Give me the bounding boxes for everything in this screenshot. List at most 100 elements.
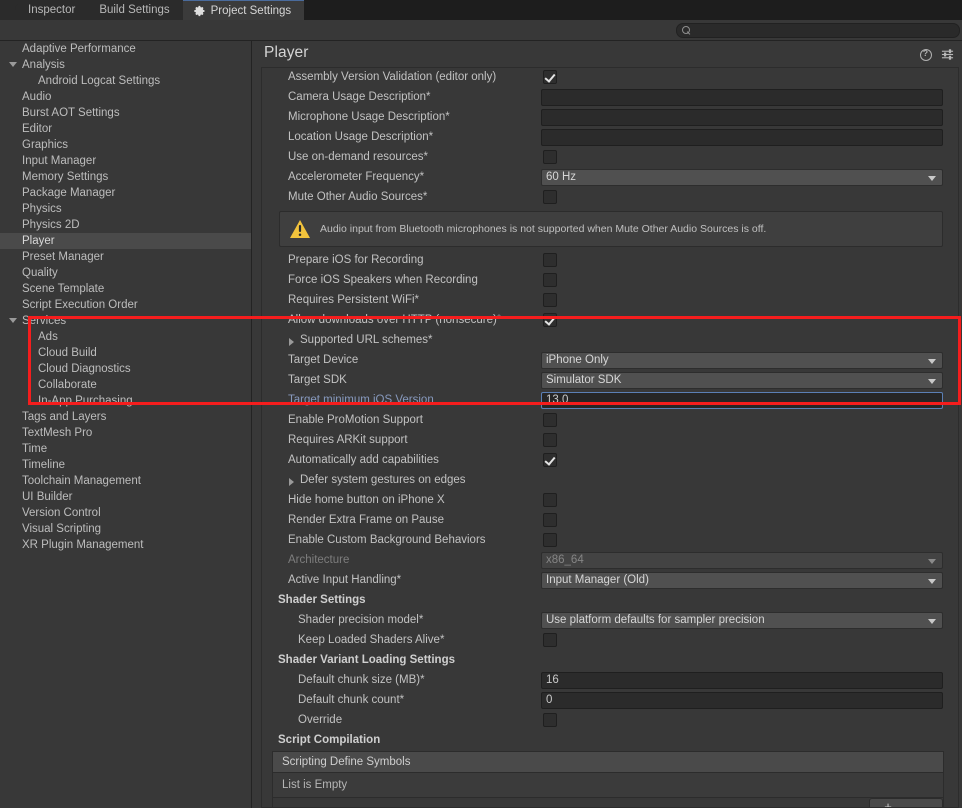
row-default-chunk-size[interactable]: Default chunk size (MB)* 16 — [262, 671, 958, 691]
sidebar-item-adaptive-performance[interactable]: Adaptive Performance — [0, 41, 251, 57]
add-item-button[interactable]: + — [870, 799, 906, 807]
render-extra-frame-checkbox[interactable] — [543, 513, 557, 527]
sidebar-item-collaborate[interactable]: Collaborate — [0, 377, 251, 393]
row-default-chunk-count[interactable]: Default chunk count* 0 — [262, 691, 958, 711]
sidebar-item-scene-template[interactable]: Scene Template — [0, 281, 251, 297]
mute-other-audio-sources-checkbox[interactable] — [543, 190, 557, 204]
default-chunk-count-input[interactable]: 0 — [541, 692, 943, 709]
row-override[interactable]: Override — [262, 711, 958, 731]
sidebar-item-audio[interactable]: Audio — [0, 89, 251, 105]
assembly-version-validation-checkbox[interactable] — [543, 70, 557, 84]
row-target-sdk[interactable]: Target SDK Simulator SDK — [262, 371, 958, 391]
row-keep-loaded-shaders-alive[interactable]: Keep Loaded Shaders Alive* — [262, 631, 958, 651]
search-input[interactable] — [695, 24, 945, 37]
row-assembly-version-validation[interactable]: Assembly Version Validation (editor only… — [262, 68, 958, 88]
row-supported-url-schemes[interactable]: Supported URL schemes* — [262, 331, 958, 351]
sidebar-item-analysis[interactable]: Analysis — [0, 57, 251, 73]
force-ios-speakers-checkbox[interactable] — [543, 273, 557, 287]
sidebar-item-ui-builder[interactable]: UI Builder — [0, 489, 251, 505]
scripting-define-symbols-list[interactable]: Scripting Define Symbols List is Empty — [272, 751, 944, 798]
row-force-ios-speakers[interactable]: Force iOS Speakers when Recording — [262, 271, 958, 291]
shader-precision-model-dropdown[interactable]: Use platform defaults for sampler precis… — [541, 612, 943, 629]
settings-scroll-area[interactable]: Assembly Version Validation (editor only… — [261, 67, 959, 808]
sidebar-item-editor[interactable]: Editor — [0, 121, 251, 137]
row-automatically-add-capabilities[interactable]: Automatically add capabilities — [262, 451, 958, 471]
prepare-ios-for-recording-checkbox[interactable] — [543, 253, 557, 267]
sidebar-item-physics[interactable]: Physics — [0, 201, 251, 217]
sidebar-item-version-control[interactable]: Version Control — [0, 505, 251, 521]
custom-background-behaviors-checkbox[interactable] — [543, 533, 557, 547]
row-microphone-usage-description[interactable]: Microphone Usage Description* — [262, 108, 958, 128]
row-active-input-handling[interactable]: Active Input Handling* Input Manager (Ol… — [262, 571, 958, 591]
row-location-usage-description[interactable]: Location Usage Description* — [262, 128, 958, 148]
sidebar-item-visual-scripting[interactable]: Visual Scripting — [0, 521, 251, 537]
row-defer-system-gestures[interactable]: Defer system gestures on edges — [262, 471, 958, 491]
row-requires-arkit-support[interactable]: Requires ARKit support — [262, 431, 958, 451]
sidebar-item-in-app-purchasing[interactable]: In-App Purchasing — [0, 393, 251, 409]
remove-item-button[interactable]: – — [906, 799, 942, 807]
row-enable-promotion-support[interactable]: Enable ProMotion Support — [262, 411, 958, 431]
sidebar-item-textmesh-pro[interactable]: TextMesh Pro — [0, 425, 251, 441]
list-add-remove-buttons[interactable]: + – — [869, 798, 943, 807]
help-icon[interactable] — [920, 48, 932, 61]
row-requires-persistent-wifi[interactable]: Requires Persistent WiFi* — [262, 291, 958, 311]
preset-settings-icon[interactable] — [941, 48, 954, 61]
sidebar-item-cloud-build[interactable]: Cloud Build — [0, 345, 251, 361]
sidebar-item-timeline[interactable]: Timeline — [0, 457, 251, 473]
chevron-down-icon[interactable] — [9, 318, 17, 323]
target-sdk-dropdown[interactable]: Simulator SDK — [541, 372, 943, 389]
sidebar-item-preset-manager[interactable]: Preset Manager — [0, 249, 251, 265]
sidebar-item-graphics[interactable]: Graphics — [0, 137, 251, 153]
sidebar-item-script-execution-order[interactable]: Script Execution Order — [0, 297, 251, 313]
allow-http-downloads-checkbox[interactable] — [543, 313, 557, 327]
tab-inspector[interactable]: Inspector — [0, 0, 89, 20]
row-allow-http-downloads[interactable]: Allow downloads over HTTP (nonsecure)* — [262, 311, 958, 331]
sidebar-item-time[interactable]: Time — [0, 441, 251, 457]
chevron-right-icon[interactable] — [289, 338, 294, 346]
row-mute-other-audio-sources[interactable]: Mute Other Audio Sources* — [262, 188, 958, 208]
location-usage-description-input[interactable] — [541, 129, 943, 146]
tab-project-settings[interactable]: Project Settings — [182, 0, 305, 20]
camera-usage-description-input[interactable] — [541, 89, 943, 106]
sidebar-item-android-logcat-settings[interactable]: Android Logcat Settings — [0, 73, 251, 89]
sidebar-item-package-manager[interactable]: Package Manager — [0, 185, 251, 201]
row-prepare-ios-for-recording[interactable]: Prepare iOS for Recording — [262, 251, 958, 271]
sidebar-item-player[interactable]: Player — [0, 233, 251, 249]
automatically-add-capabilities-checkbox[interactable] — [543, 453, 557, 467]
active-input-handling-dropdown[interactable]: Input Manager (Old) — [541, 572, 943, 589]
tab-build-settings[interactable]: Build Settings — [88, 0, 183, 20]
enable-promotion-support-checkbox[interactable] — [543, 413, 557, 427]
chevron-right-icon[interactable] — [289, 478, 294, 486]
sidebar-item-burst-aot-settings[interactable]: Burst AOT Settings — [0, 105, 251, 121]
sidebar-item-cloud-diagnostics[interactable]: Cloud Diagnostics — [0, 361, 251, 377]
hide-home-button-checkbox[interactable] — [543, 493, 557, 507]
row-use-on-demand-resources[interactable]: Use on-demand resources* — [262, 148, 958, 168]
sidebar-item-tags-and-layers[interactable]: Tags and Layers — [0, 409, 251, 425]
row-hide-home-button[interactable]: Hide home button on iPhone X — [262, 491, 958, 511]
row-camera-usage-description[interactable]: Camera Usage Description* — [262, 88, 958, 108]
sidebar-item-memory-settings[interactable]: Memory Settings — [0, 169, 251, 185]
row-enable-custom-background-behaviors[interactable]: Enable Custom Background Behaviors — [262, 531, 958, 551]
row-render-extra-frame-on-pause[interactable]: Render Extra Frame on Pause — [262, 511, 958, 531]
requires-persistent-wifi-checkbox[interactable] — [543, 293, 557, 307]
row-target-device[interactable]: Target Device iPhone Only — [262, 351, 958, 371]
sidebar-item-toolchain-management[interactable]: Toolchain Management — [0, 473, 251, 489]
sidebar-item-ads[interactable]: Ads — [0, 329, 251, 345]
row-accelerometer-frequency[interactable]: Accelerometer Frequency* 60 Hz — [262, 168, 958, 188]
target-device-dropdown[interactable]: iPhone Only — [541, 352, 943, 369]
sidebar-item-quality[interactable]: Quality — [0, 265, 251, 281]
sidebar-item-input-manager[interactable]: Input Manager — [0, 153, 251, 169]
sidebar-item-physics-2d[interactable]: Physics 2D — [0, 217, 251, 233]
search-box[interactable] — [676, 23, 960, 38]
row-shader-precision-model[interactable]: Shader precision model* Use platform def… — [262, 611, 958, 631]
use-on-demand-resources-checkbox[interactable] — [543, 150, 557, 164]
target-minimum-ios-version-input[interactable]: 13.0 — [541, 392, 943, 409]
microphone-usage-description-input[interactable] — [541, 109, 943, 126]
row-target-minimum-ios-version[interactable]: Target minimum iOS Version 13.0 — [262, 391, 958, 411]
accelerometer-frequency-dropdown[interactable]: 60 Hz — [541, 169, 943, 186]
requires-arkit-support-checkbox[interactable] — [543, 433, 557, 447]
keep-loaded-shaders-alive-checkbox[interactable] — [543, 633, 557, 647]
chevron-down-icon[interactable] — [9, 62, 17, 67]
sidebar-item-xr-plugin-management[interactable]: XR Plugin Management — [0, 537, 251, 553]
settings-category-sidebar[interactable]: Adaptive Performance Analysis Android Logc… — [0, 41, 252, 808]
